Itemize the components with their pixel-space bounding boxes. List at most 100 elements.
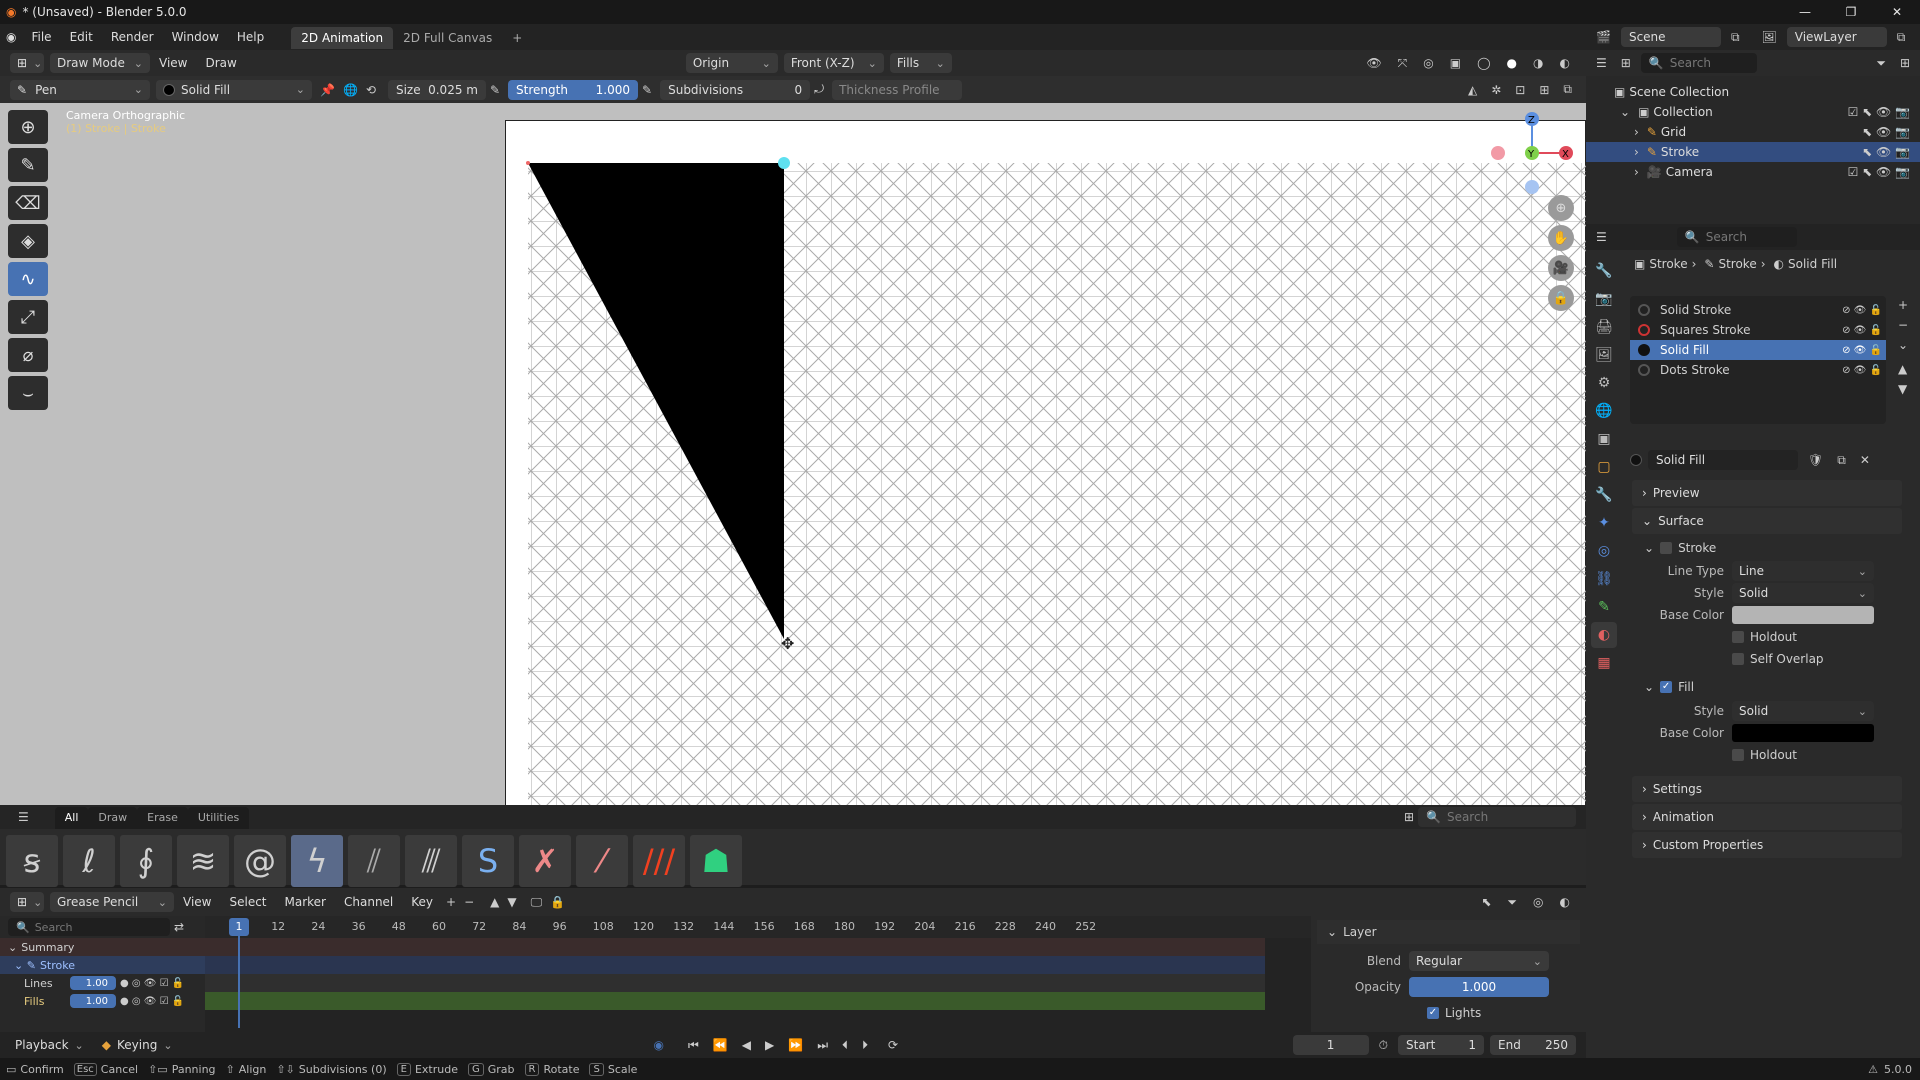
layer-opacity-field[interactable]: 1.00 bbox=[70, 994, 116, 1008]
lock-icon[interactable]: 🔒 bbox=[550, 895, 565, 909]
scene-select[interactable]: Scene bbox=[1620, 27, 1721, 47]
timeline-dopesheet[interactable]: 12 24 36 48 60 72 84 96 108 120 132 144 156 168 180 192… bbox=[205, 916, 1311, 1032]
fill-subpanel-header[interactable]: ⌄ ✓ Fill bbox=[1622, 674, 1912, 700]
tool-tab-icon[interactable]: 🔧 bbox=[1591, 258, 1617, 284]
brush-asset-2[interactable]: ℓ bbox=[63, 835, 115, 887]
outliner-item-stroke[interactable]: › ✎ Stroke ⬉ 👁 📷 bbox=[1586, 142, 1920, 162]
add-slot-icon[interactable]: + bbox=[1898, 298, 1910, 312]
brush-asset-12[interactable]: /// bbox=[633, 835, 685, 887]
channel-search-input[interactable]: 🔍 Search bbox=[8, 918, 170, 936]
material-name-field[interactable]: Solid Fill bbox=[1648, 450, 1798, 470]
close-icon[interactable]: ✕ bbox=[1874, 5, 1920, 19]
timeline-editor-type[interactable]: ⊞ bbox=[10, 892, 44, 912]
layer-row-fills[interactable]: Fills 1.00 ● ◎ 👁 ☑ 🔓 bbox=[0, 992, 205, 1010]
frame-ruler[interactable]: 12 24 36 48 60 72 84 96 108 120 132 144 156 168 180 192… bbox=[205, 916, 1311, 938]
asset-tab-utilities[interactable]: Utilities bbox=[187, 807, 250, 829]
visibility-toggles-icon[interactable]: ⬉ 👁 📷 bbox=[1862, 125, 1910, 139]
constraint-tab-icon[interactable]: ⛓ bbox=[1591, 566, 1617, 592]
viewlayer-select[interactable]: ViewLayer bbox=[1786, 27, 1887, 47]
strength-pressure-icon[interactable]: ✎ bbox=[642, 83, 652, 97]
wireframe-shading-icon[interactable]: ◯ bbox=[1477, 56, 1490, 70]
current-frame-indicator[interactable]: 1 bbox=[229, 918, 249, 936]
brush-asset-5[interactable]: @ bbox=[234, 835, 286, 887]
scene-tab-icon[interactable]: ⚙ bbox=[1591, 370, 1617, 396]
outliner-editor-icon[interactable]: ☰ bbox=[1596, 56, 1607, 70]
playback-menu[interactable]: Playback bbox=[8, 1035, 91, 1055]
eyedropper-tool-icon[interactable]: ⌀ bbox=[8, 338, 48, 372]
properties-editor-icon[interactable]: ☰ bbox=[1596, 230, 1607, 244]
line-type-select[interactable]: Line bbox=[1732, 561, 1874, 581]
start-frame-field[interactable]: Start 1 bbox=[1398, 1035, 1484, 1055]
brush-asset-10[interactable]: ✗ bbox=[519, 835, 571, 887]
layer-opacity-field[interactable]: 1.00 bbox=[70, 976, 116, 990]
view-layer-tab-icon[interactable]: 🖼 bbox=[1591, 342, 1617, 368]
subdivisions-field[interactable]: Subdivisions 0 bbox=[660, 79, 811, 100]
world-tab-icon[interactable]: 🌐 bbox=[1591, 398, 1617, 424]
material-slot[interactable]: Dots Stroke ⊘ 👁 🔓 bbox=[1630, 360, 1886, 380]
material-select[interactable]: Solid Fill bbox=[156, 79, 312, 100]
multiframe-icon[interactable]: ⊡ bbox=[1515, 83, 1525, 97]
render-tab-icon[interactable]: 📷 bbox=[1591, 286, 1617, 312]
minimize-icon[interactable]: — bbox=[1782, 5, 1828, 19]
pan-hand-icon[interactable]: ✋ bbox=[1548, 225, 1574, 251]
visibility-toggles-icon[interactable]: ☑ ⬉ 👁 📷 bbox=[1848, 105, 1910, 119]
asset-search-input[interactable]: 🔍 Search bbox=[1418, 807, 1576, 827]
origin-select[interactable]: Origin bbox=[685, 53, 778, 73]
jump-end-icon[interactable]: ⏭ bbox=[817, 1038, 828, 1053]
3d-viewport[interactable]: ✥ Camera Orthographic (1) Stroke | Strok… bbox=[0, 103, 1586, 823]
physics-tab-icon[interactable]: ◎ bbox=[1591, 538, 1617, 564]
stroke-enabled-checkbox[interactable] bbox=[1660, 542, 1673, 554]
size-pressure-icon[interactable]: ✎ bbox=[490, 83, 500, 97]
filter-icon[interactable]: ⏷ bbox=[1507, 895, 1517, 910]
texture-tab-icon[interactable]: ▦ bbox=[1591, 650, 1617, 676]
layer-row-lines[interactable]: Lines 1.00 ● ◎ 👁 ☑ 🔓 bbox=[0, 974, 205, 992]
custom-properties-panel-header[interactable]: › Custom Properties bbox=[1632, 832, 1902, 858]
interpolate-tool-icon[interactable]: ⤢ bbox=[8, 300, 48, 334]
fill-style-select[interactable]: Solid bbox=[1732, 701, 1874, 721]
settings-panel-header[interactable]: › Settings bbox=[1632, 776, 1902, 802]
brush-asset-9[interactable]: S bbox=[462, 835, 514, 887]
menu-edit[interactable]: Edit bbox=[61, 24, 102, 50]
editor-type-button[interactable]: ⊞ bbox=[10, 53, 44, 73]
xray-icon[interactable]: ▣ bbox=[1450, 56, 1461, 70]
stroke-base-color-swatch[interactable] bbox=[1732, 606, 1874, 624]
brush-asset-8[interactable]: ⫻ bbox=[405, 835, 457, 887]
gizmo-icon[interactable]: ⤧ bbox=[1398, 56, 1408, 71]
fill-base-color-swatch[interactable] bbox=[1732, 724, 1874, 742]
sync-mode-icon[interactable]: ⟳ bbox=[888, 1038, 898, 1052]
orientation-select[interactable]: Front (X-Z) bbox=[783, 53, 884, 73]
brush-asset-11[interactable]: ⁄ bbox=[576, 835, 628, 887]
draw-menu[interactable]: Draw bbox=[196, 50, 245, 76]
slot-toggles-icon[interactable]: ⊘ 👁 🔓 bbox=[1842, 305, 1882, 316]
brush-asset-4[interactable]: ≋ bbox=[177, 835, 229, 887]
stroke-object-row[interactable]: ⌄ ✎ Stroke bbox=[0, 956, 205, 974]
erase-tool-icon[interactable]: ⌫ bbox=[8, 186, 48, 220]
modifier-tab-icon[interactable]: 🔧 bbox=[1591, 482, 1617, 508]
camera-view-icon[interactable]: 🎥 bbox=[1548, 255, 1574, 281]
preview-panel-header[interactable]: › Preview bbox=[1632, 480, 1902, 506]
visibility-toggles-icon[interactable]: ⬉ 👁 📷 bbox=[1862, 145, 1910, 159]
slot-toggles-icon[interactable]: ⊘ 👁 🔓 bbox=[1842, 365, 1882, 376]
shelf-menu-icon[interactable]: ☰ bbox=[18, 810, 29, 824]
material-slot-selected[interactable]: Solid Fill ⊘ 👁 🔓 bbox=[1630, 340, 1886, 360]
stroke-subpanel-header[interactable]: ⌄ Stroke bbox=[1622, 536, 1912, 560]
opacity-field[interactable]: 1.000 bbox=[1409, 977, 1549, 997]
brush-asset-7[interactable]: ⫽ bbox=[348, 835, 400, 887]
layer-down-icon[interactable]: ▼ bbox=[507, 895, 516, 909]
lights-checkbox[interactable]: ✓ bbox=[1427, 1007, 1439, 1019]
new-collection-icon[interactable]: ⊞ bbox=[1900, 56, 1910, 70]
layer-panel-header[interactable]: ⌄ Layer bbox=[1317, 920, 1580, 944]
display-mode-icon[interactable]: ⊞ bbox=[1621, 56, 1631, 70]
overlay-icon[interactable]: ◎ bbox=[1423, 56, 1433, 70]
size-field[interactable]: Size 0.025 m bbox=[387, 79, 486, 100]
timeline-menu-channel[interactable]: Channel bbox=[335, 889, 402, 915]
maximize-icon[interactable]: ❐ bbox=[1828, 5, 1874, 19]
only-selected-icon[interactable]: ⬉ bbox=[1481, 895, 1491, 909]
prev-frame-icon[interactable]: ⏴ bbox=[842, 1038, 848, 1053]
thickness-profile-button[interactable]: Thickness Profile bbox=[832, 79, 963, 100]
fill-holdout-checkbox[interactable] bbox=[1732, 749, 1744, 761]
new-scene-icon[interactable]: ⧉ bbox=[1731, 30, 1740, 45]
asset-tab-draw[interactable]: Draw bbox=[88, 807, 138, 829]
material-slot[interactable]: Solid Stroke ⊘ 👁 🔓 bbox=[1630, 300, 1886, 320]
mode-select[interactable]: Draw Mode bbox=[50, 53, 150, 73]
